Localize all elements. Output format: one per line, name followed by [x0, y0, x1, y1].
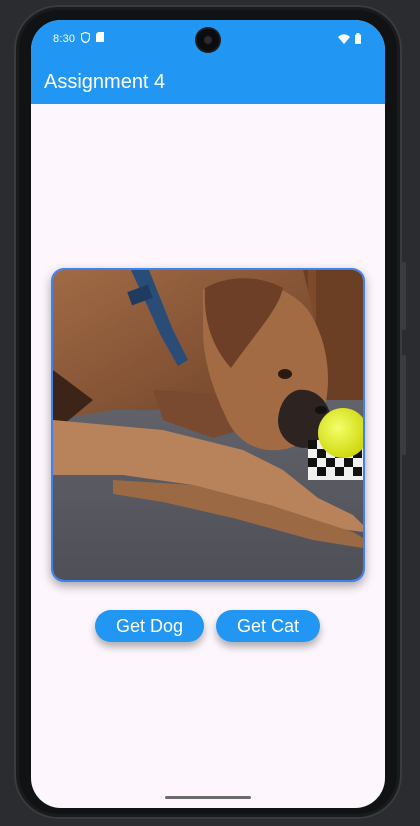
- page-title: Assignment 4: [44, 71, 166, 93]
- dog-photo: [53, 270, 363, 580]
- home-indicator[interactable]: [165, 796, 251, 799]
- front-camera: [197, 29, 219, 51]
- power-button: [401, 262, 406, 330]
- status-icons-left: [81, 32, 104, 43]
- battery-icon: [355, 33, 361, 44]
- shield-icon: [81, 32, 90, 43]
- wifi-icon: [338, 33, 350, 44]
- status-time: 8:30: [53, 33, 76, 45]
- get-cat-button[interactable]: Get Cat: [216, 610, 320, 642]
- app-bar: Assignment 4: [31, 58, 385, 104]
- volume-button: [401, 355, 406, 455]
- screen: 8:30 Assignment 4 Get Dog Get Cat: [31, 20, 385, 808]
- status-icons-right: [338, 33, 361, 44]
- get-dog-button[interactable]: Get Dog: [95, 610, 204, 642]
- status-bar: 8:30: [31, 20, 385, 58]
- sim-card-icon: [96, 32, 104, 42]
- dog-image: [51, 268, 365, 582]
